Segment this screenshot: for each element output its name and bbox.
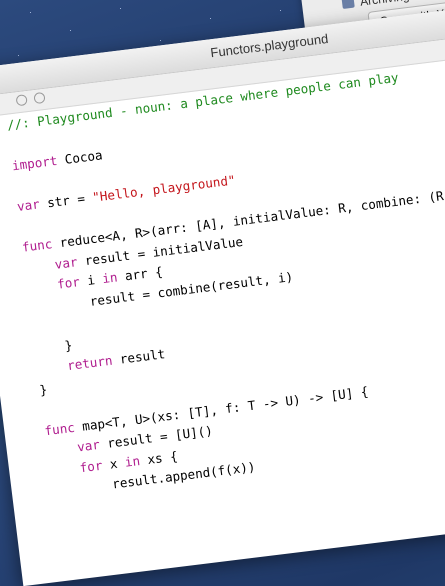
code-token: in	[123, 452, 141, 470]
code-token: xs {	[138, 447, 179, 468]
code-token: import	[11, 152, 59, 174]
code-line: }	[34, 336, 74, 358]
code-line: import Cocoa	[11, 146, 104, 175]
code-token: str =	[38, 189, 94, 212]
code-token: Cocoa	[56, 147, 104, 168]
code-token: x	[101, 454, 126, 473]
playground-window: Functors.playground //: Playground - nou…	[0, 0, 445, 586]
code-token: var	[53, 253, 79, 272]
code-token: map<T, U>(xs: [T], f: T -> U) -> [U] {	[73, 383, 370, 435]
code-token: "Hello, playground"	[91, 172, 237, 205]
archive-icon	[341, 0, 355, 9]
code-token: arr {	[116, 263, 164, 285]
code-token: for	[78, 457, 104, 475]
code-token: }	[38, 381, 49, 398]
code-token: for	[56, 274, 81, 292]
code-token: func	[21, 236, 54, 255]
code-line: }	[39, 380, 49, 399]
code-token: in	[101, 269, 119, 287]
code-token: return	[66, 352, 114, 374]
run-icon[interactable]	[15, 94, 28, 107]
code-line: var str = "Hello, playground"	[16, 171, 236, 216]
code-token: var	[16, 196, 41, 215]
code-token: func	[43, 419, 76, 438]
code-token: }	[33, 336, 74, 357]
code-token: i	[78, 271, 104, 289]
code-token: result	[111, 346, 166, 368]
stop-icon[interactable]	[33, 91, 46, 105]
code-token: var	[76, 436, 101, 455]
